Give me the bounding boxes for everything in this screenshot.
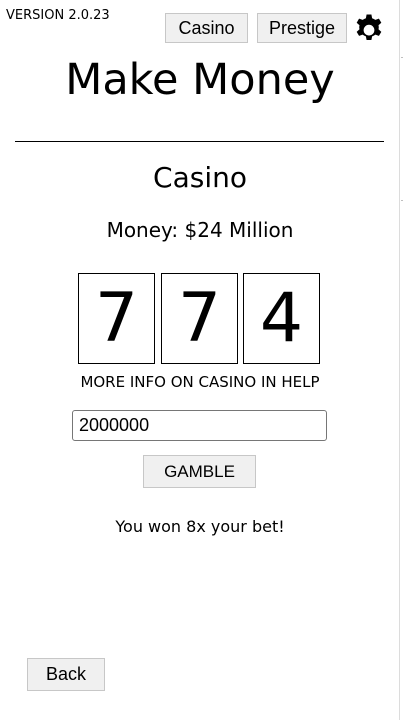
prestige-nav-button[interactable]: Prestige: [257, 13, 347, 43]
version-label: VERSION 2.0.23: [6, 8, 110, 23]
money-display: Money: $24 Million: [106, 218, 294, 242]
casino-section-title: Casino: [153, 161, 247, 194]
page-title: Make Money: [65, 55, 335, 105]
bet-amount-input[interactable]: [72, 410, 327, 441]
gamble-button[interactable]: GAMBLE: [143, 455, 256, 488]
back-button[interactable]: Back: [27, 658, 105, 691]
gamble-result-message: You won 8x your bet!: [115, 517, 285, 536]
slot-reel-1: 7: [78, 273, 155, 364]
gear-icon[interactable]: [352, 11, 386, 45]
casino-nav-button[interactable]: Casino: [165, 13, 248, 43]
slot-reel-3: 4: [243, 273, 320, 364]
casino-help-text: MORE INFO ON CASINO IN HELP: [80, 373, 320, 391]
page-right-edge: [399, 0, 400, 720]
header-divider: [15, 141, 384, 142]
slot-reel-2: 7: [161, 273, 238, 364]
